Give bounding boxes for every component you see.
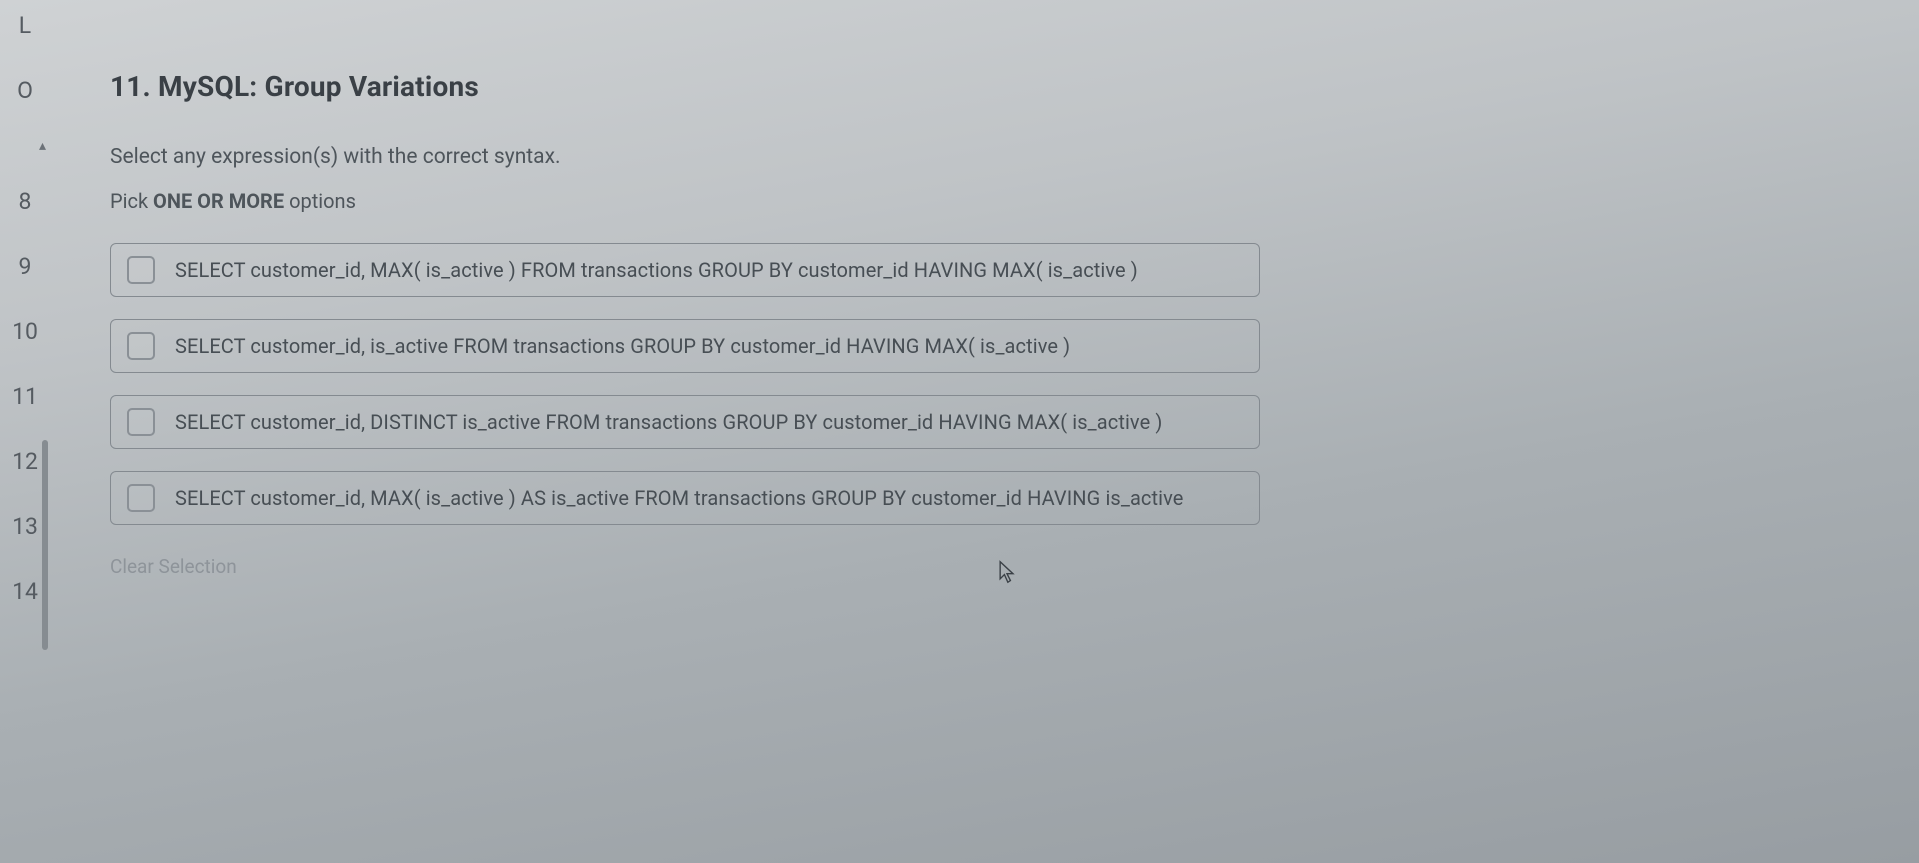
sidebar-item-11[interactable]: 11 [0, 375, 50, 418]
sidebar-item-o[interactable]: O [0, 69, 50, 112]
pick-emph: ONE OR MORE [153, 189, 284, 213]
question-title: 11. MySQL: Group Variations [110, 70, 1859, 103]
sidebar-item-10[interactable]: 10 [0, 310, 50, 353]
sidebar-item-L[interactable]: L [0, 4, 50, 47]
question-nav-sidebar: L O ▴ 8 9 10 11 12 13 14 [0, 0, 50, 863]
option-3[interactable]: SELECT customer_id, DISTINCT is_active F… [110, 395, 1260, 449]
checkbox-icon[interactable] [127, 484, 155, 512]
checkbox-icon[interactable] [127, 332, 155, 360]
question-panel: 11. MySQL: Group Variations Select any e… [50, 0, 1919, 863]
option-2[interactable]: SELECT customer_id, is_active FROM trans… [110, 319, 1260, 373]
option-text: SELECT customer_id, MAX( is_active ) AS … [175, 486, 1183, 510]
option-text: SELECT customer_id, is_active FROM trans… [175, 334, 1070, 358]
options-list: SELECT customer_id, MAX( is_active ) FRO… [110, 243, 1260, 525]
layout: L O ▴ 8 9 10 11 12 13 14 11. MySQL: Grou… [0, 0, 1919, 863]
option-text: SELECT customer_id, DISTINCT is_active F… [175, 410, 1162, 434]
pick-suffix: options [284, 189, 356, 213]
caret-up-icon[interactable]: ▴ [0, 134, 50, 158]
question-pick-instruction: Pick ONE OR MORE options [110, 189, 1859, 213]
pick-prefix: Pick [110, 189, 153, 213]
option-text: SELECT customer_id, MAX( is_active ) FRO… [175, 258, 1138, 282]
checkbox-icon[interactable] [127, 256, 155, 284]
option-4[interactable]: SELECT customer_id, MAX( is_active ) AS … [110, 471, 1260, 525]
sidebar-scroll-thumb[interactable] [42, 440, 48, 650]
sidebar-item-8[interactable]: 8 [0, 180, 50, 223]
clear-selection-button[interactable]: Clear Selection [110, 555, 1859, 578]
sidebar-item-9[interactable]: 9 [0, 245, 50, 288]
question-prompt: Select any expression(s) with the correc… [110, 145, 1859, 169]
checkbox-icon[interactable] [127, 408, 155, 436]
option-1[interactable]: SELECT customer_id, MAX( is_active ) FRO… [110, 243, 1260, 297]
